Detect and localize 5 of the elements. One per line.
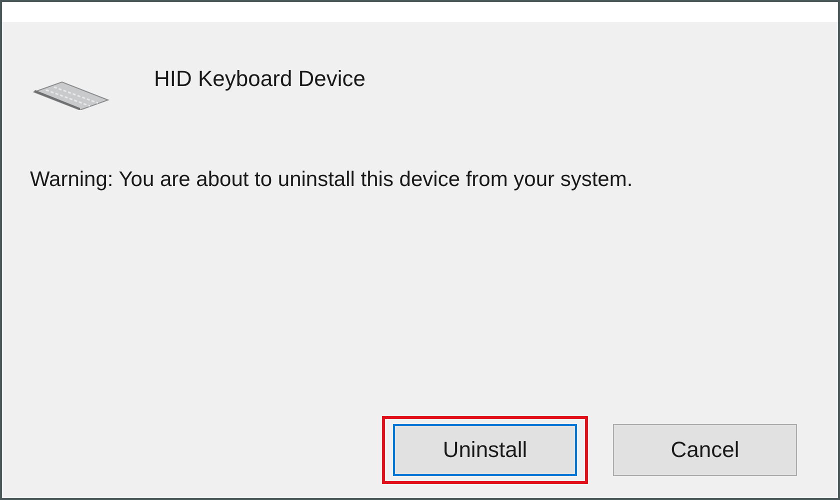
uninstall-button[interactable]: Uninstall bbox=[393, 424, 577, 476]
cancel-button[interactable]: Cancel bbox=[613, 424, 797, 476]
keyboard-icon bbox=[32, 80, 110, 110]
device-name: HID Keyboard Device bbox=[154, 66, 366, 92]
warning-text: Warning: You are about to uninstall this device from your system. bbox=[29, 167, 634, 192]
